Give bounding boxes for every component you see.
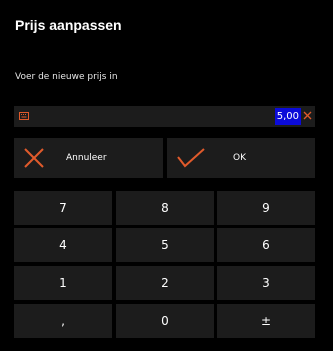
keypad-key-9[interactable]: 9	[217, 191, 315, 225]
ok-label: OK	[233, 153, 246, 163]
checkmark-icon	[177, 148, 205, 168]
keypad-key-2[interactable]: 2	[116, 266, 214, 300]
keypad-key-7[interactable]: 7	[14, 191, 112, 225]
price-input[interactable]: 5,00	[14, 106, 315, 127]
keypad-key-8[interactable]: 8	[116, 191, 214, 225]
keypad-key-comma[interactable]: ,	[14, 304, 112, 338]
keypad-key-6[interactable]: 6	[217, 228, 315, 262]
keypad-key-0[interactable]: 0	[116, 304, 214, 338]
close-icon	[24, 148, 44, 168]
keypad-key-plus-minus[interactable]: ±	[217, 304, 315, 338]
price-dialog: Prijs aanpassen Voer de nieuwe prijs in …	[0, 0, 333, 351]
close-icon[interactable]	[303, 111, 312, 120]
ok-button[interactable]: OK	[167, 138, 315, 178]
keyboard-icon	[19, 112, 29, 120]
price-value[interactable]: 5,00	[274, 108, 301, 125]
cancel-button[interactable]: Annuleer	[14, 138, 163, 178]
cancel-label: Annuleer	[66, 153, 107, 163]
dialog-title: Prijs aanpassen	[15, 17, 122, 33]
keypad-key-5[interactable]: 5	[116, 228, 214, 262]
keypad-key-4[interactable]: 4	[14, 228, 112, 262]
keypad-key-3[interactable]: 3	[217, 266, 315, 300]
dialog-prompt: Voer de nieuwe prijs in	[15, 72, 118, 82]
keypad-key-1[interactable]: 1	[14, 266, 112, 300]
